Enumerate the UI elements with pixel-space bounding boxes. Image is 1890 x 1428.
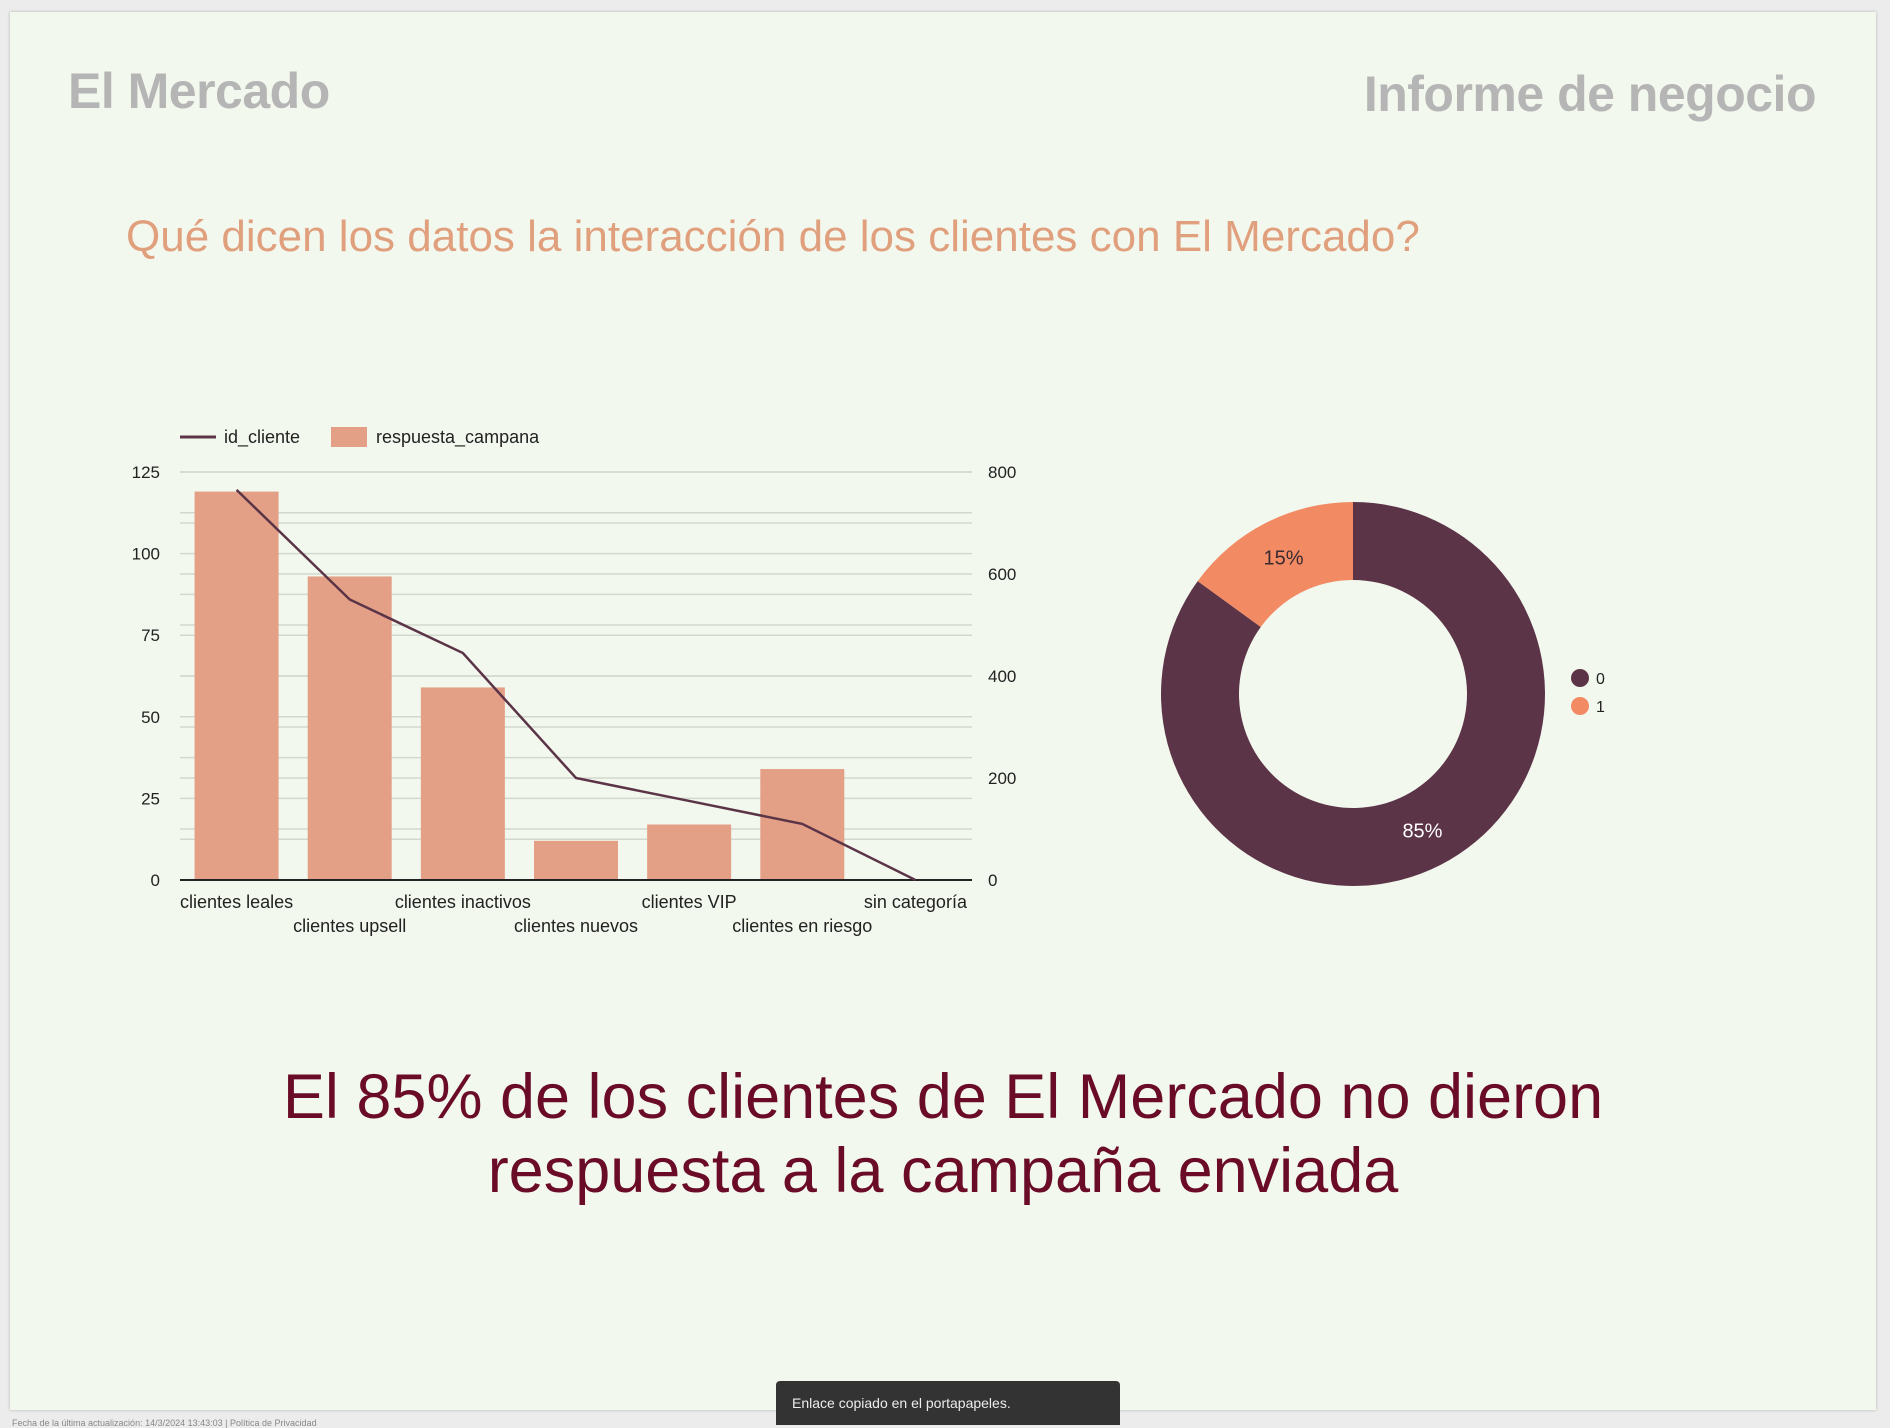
page-footer: Fecha de la última actualización: 14/3/2… bbox=[12, 1418, 317, 1428]
bar bbox=[420, 687, 505, 880]
privacy-link[interactable]: Política de Privacidad bbox=[230, 1418, 317, 1428]
slice-percentage-label: 15% bbox=[1264, 548, 1304, 570]
bar bbox=[194, 491, 279, 880]
category-label: clientes en riesgo bbox=[732, 916, 872, 936]
y-right-tick-label: 800 bbox=[988, 463, 1016, 482]
legend-label: 0 bbox=[1596, 671, 1605, 688]
brand-title: El Mercado bbox=[68, 63, 330, 119]
combo-chart: 0 25 50 75 100 125 0 200 400 600 800 clientes leale… bbox=[132, 427, 1016, 936]
legend-bar-swatch bbox=[331, 427, 367, 447]
y-left-tick-label: 125 bbox=[132, 463, 160, 482]
slice-percentage-label: 85% bbox=[1402, 820, 1442, 842]
donut-chart: 85% 15% 0 1 bbox=[1161, 502, 1605, 886]
bar bbox=[307, 576, 392, 880]
category-label: clientes upsell bbox=[293, 916, 406, 936]
footer-separator: | bbox=[225, 1418, 228, 1428]
legend-label: respuesta_campana bbox=[376, 427, 540, 448]
conclusion-text: El 85% de los clientes de El Mercado no … bbox=[10, 1060, 1876, 1208]
category-label: clientes nuevos bbox=[514, 916, 638, 936]
bar bbox=[647, 824, 732, 880]
last-updated-text: Fecha de la última actualización: 14/3/2… bbox=[12, 1418, 223, 1428]
y-right-tick-label: 0 bbox=[988, 871, 997, 890]
y-left-tick-label: 25 bbox=[141, 789, 160, 808]
conclusion-line-1: El 85% de los clientes de El Mercado no … bbox=[282, 1062, 1604, 1132]
category-label: clientes VIP bbox=[642, 892, 737, 912]
y-left-tick-label: 75 bbox=[141, 626, 160, 645]
category-label: clientes inactivos bbox=[395, 892, 531, 912]
y-left-tick-label: 0 bbox=[151, 871, 160, 890]
conclusion-line-2: respuesta a la campaña enviada bbox=[487, 1136, 1399, 1206]
y-right-tick-label: 200 bbox=[988, 769, 1016, 788]
category-label: sin categoría bbox=[864, 892, 968, 912]
y-left-tick-label: 50 bbox=[141, 708, 160, 727]
y-left-tick-label: 100 bbox=[132, 545, 160, 564]
legend-label: 1 bbox=[1596, 699, 1605, 716]
legend-dot bbox=[1571, 669, 1589, 687]
y-right-tick-label: 400 bbox=[988, 667, 1016, 686]
copied-toast: Enlace copiado en el portapapeles. bbox=[776, 1381, 1120, 1425]
bar bbox=[534, 840, 618, 880]
legend-dot bbox=[1571, 697, 1589, 715]
y-right-tick-label: 600 bbox=[988, 565, 1016, 584]
report-page: El Mercado Informe de negocio Qué dicen … bbox=[10, 12, 1876, 1410]
category-label: clientes leales bbox=[180, 892, 293, 912]
report-title: Informe de negocio bbox=[1363, 66, 1817, 122]
legend-label: id_cliente bbox=[224, 427, 300, 448]
question-heading: Qué dicen los datos la interacción de lo… bbox=[126, 212, 1420, 261]
